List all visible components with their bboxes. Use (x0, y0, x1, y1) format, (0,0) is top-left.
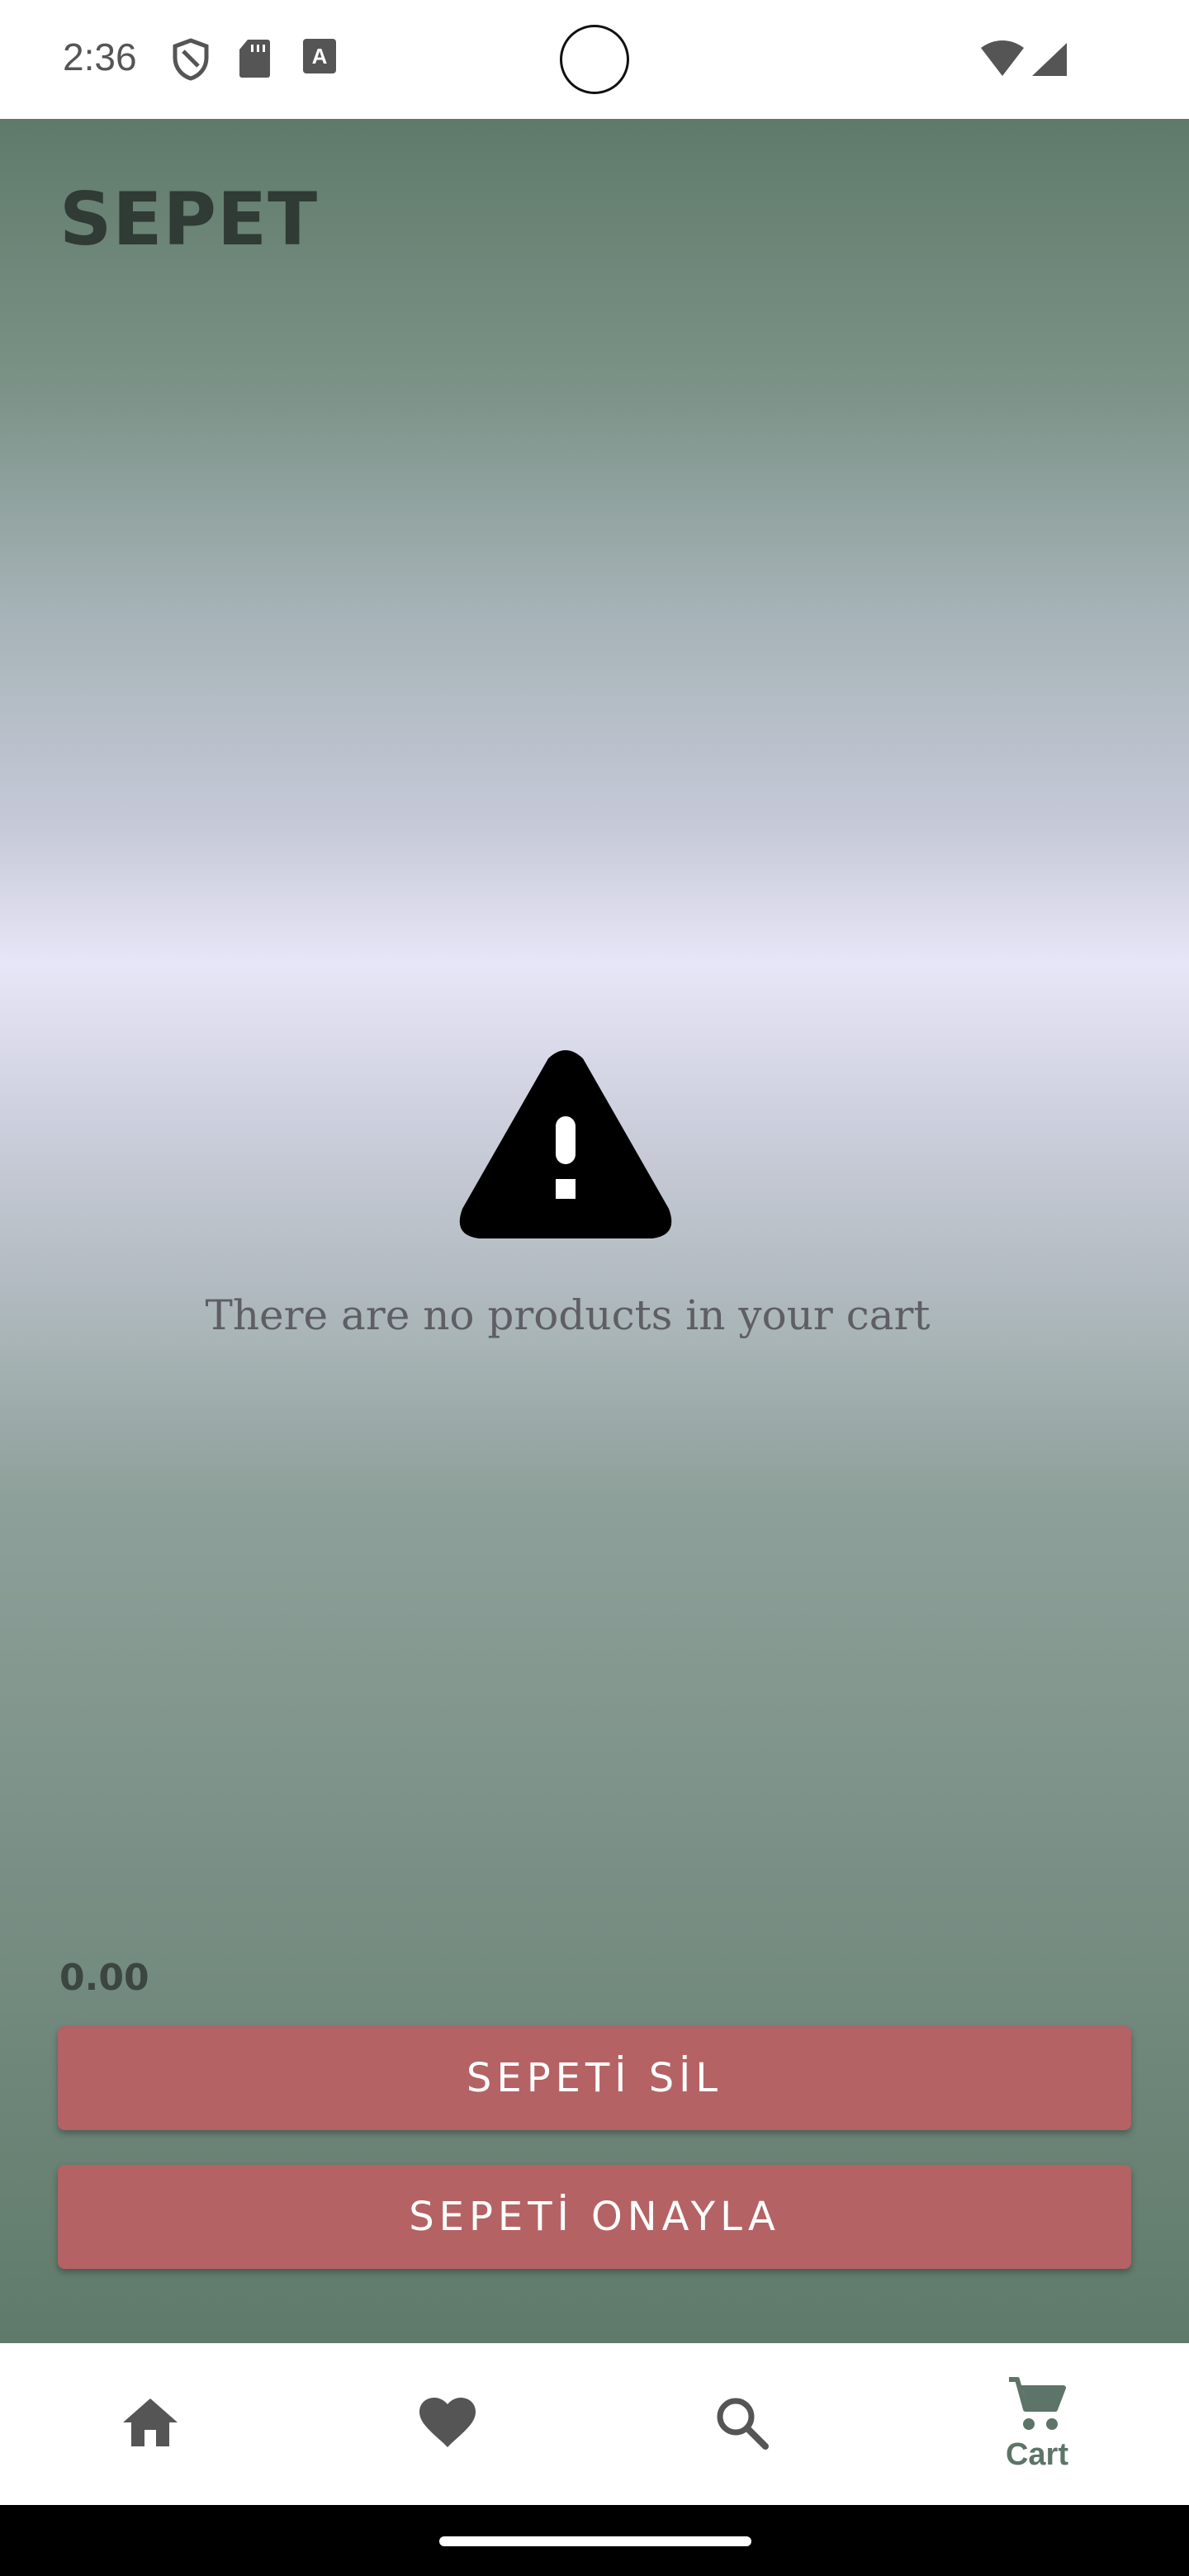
delete-cart-button[interactable]: SEPETİ SİL (58, 2026, 1131, 2130)
confirm-cart-button[interactable]: SEPETİ ONAYLA (58, 2165, 1131, 2269)
nav-item-home[interactable] (68, 2343, 233, 2505)
page-title: SEPET (59, 177, 319, 262)
nav-item-cart-label: Cart (1005, 2436, 1069, 2472)
cart-total: 0.00 (59, 1957, 149, 1999)
svg-text:A: A (312, 44, 328, 69)
nav-item-cart[interactable]: Cart (955, 2343, 1120, 2505)
system-gesture-area (0, 2505, 1189, 2576)
warning-icon (457, 1047, 674, 1242)
cart-screen: SEPET There are no products in your cart… (0, 119, 1189, 2343)
search-icon (714, 2395, 769, 2453)
sd-card-icon (238, 38, 271, 83)
heart-icon (418, 2396, 477, 2452)
font-icon: A (302, 38, 337, 78)
status-bar: 2:36 A (0, 0, 1189, 119)
shield-icon (172, 38, 210, 84)
wifi-icon (979, 40, 1026, 81)
home-gesture-handle[interactable] (439, 2536, 751, 2546)
bottom-navigation: Cart (0, 2343, 1189, 2505)
cart-icon (1007, 2376, 1067, 2436)
empty-cart-message: There are no products in your cart (205, 1291, 931, 1339)
status-time: 2:36 (63, 36, 137, 78)
nav-item-search[interactable] (659, 2343, 824, 2505)
camera-cutout (560, 25, 629, 94)
cell-signal-icon (1030, 41, 1068, 81)
home-icon (121, 2397, 179, 2451)
nav-item-favorites[interactable] (365, 2343, 530, 2505)
